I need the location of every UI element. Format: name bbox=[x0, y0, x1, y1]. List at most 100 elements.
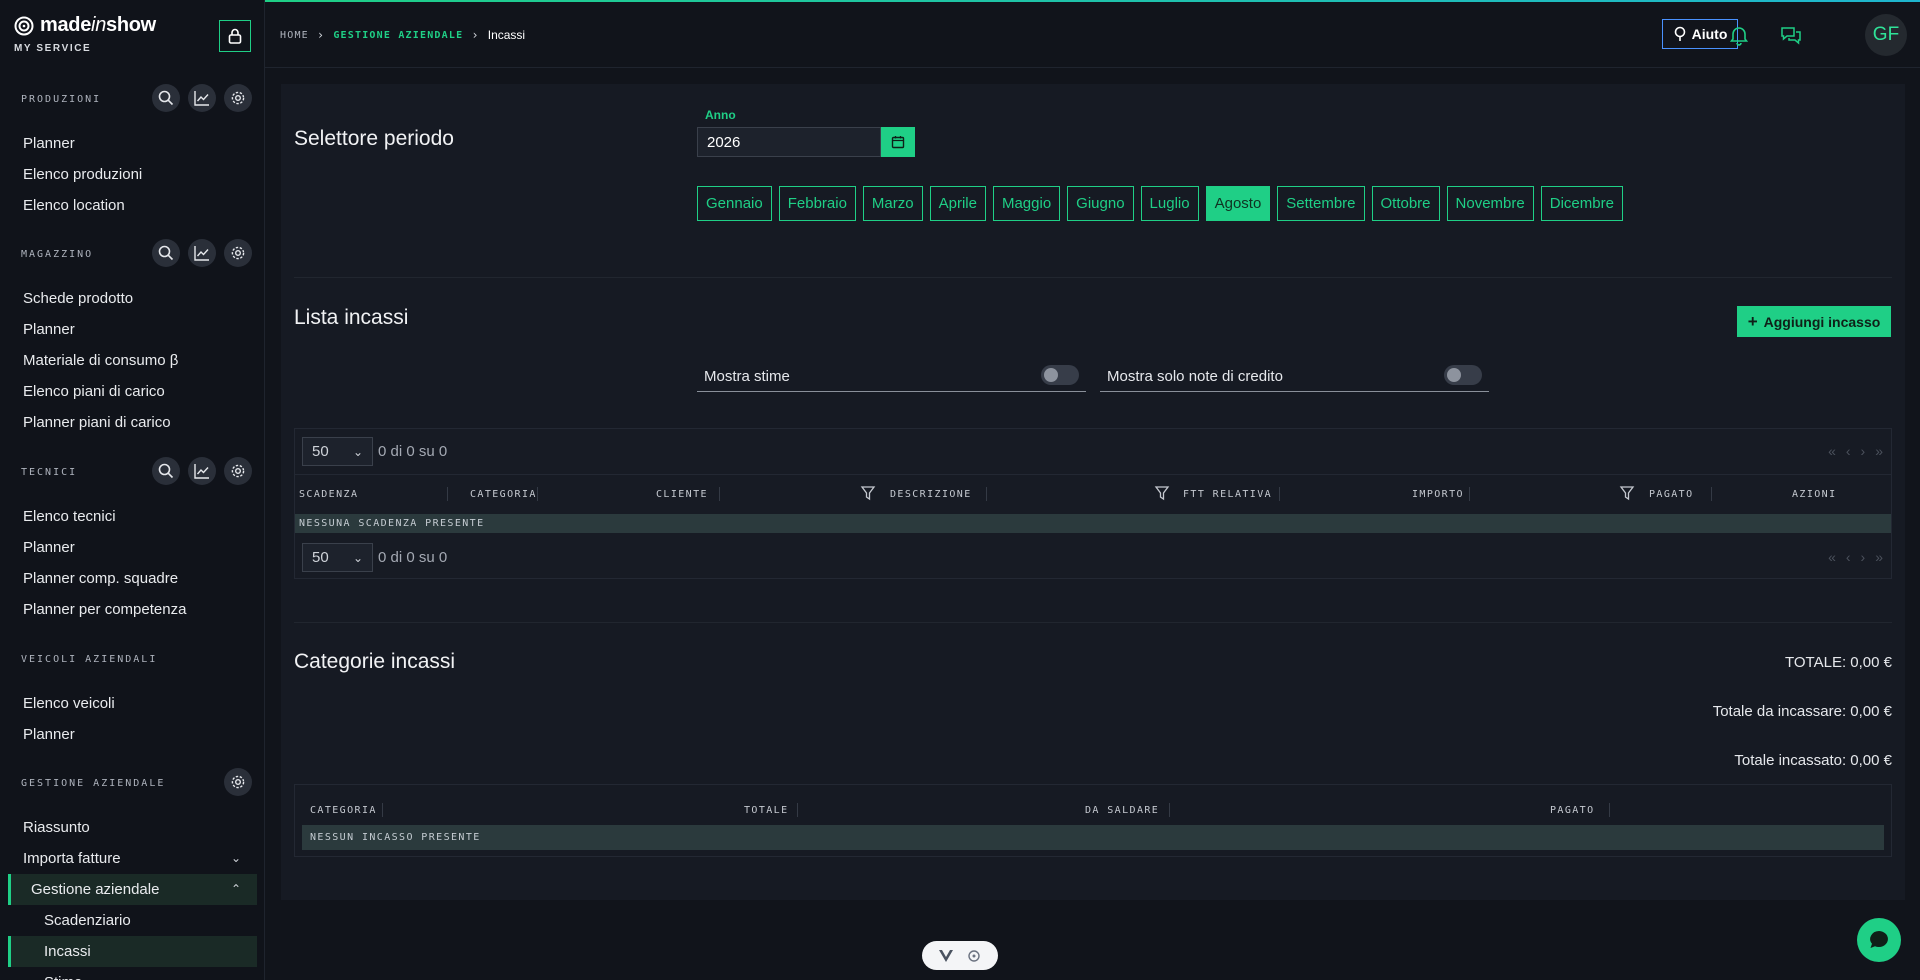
sidebar-subitem-scadenziario[interactable]: Scadenziario bbox=[0, 905, 264, 936]
help-button[interactable]: Aiuto bbox=[1662, 19, 1738, 49]
sidebar-item-schede-prodotto[interactable]: Schede prodotto bbox=[0, 283, 264, 314]
sidebar-item-gestione-aziendale[interactable]: Gestione aziendale ⌃ bbox=[8, 874, 257, 905]
chart-icon[interactable] bbox=[188, 239, 216, 267]
column-divider bbox=[1169, 803, 1170, 817]
search-icon[interactable] bbox=[152, 457, 180, 485]
breadcrumb-section[interactable]: GESTIONE AZIENDALE bbox=[333, 30, 463, 41]
chart-icon[interactable] bbox=[188, 84, 216, 112]
period-title: Selettore periodo bbox=[294, 127, 454, 150]
pager-nav-bottom: « ‹ › » bbox=[1828, 549, 1883, 565]
next-page-icon[interactable]: › bbox=[1861, 549, 1866, 565]
sidebar-section-title: MAGAZZINO bbox=[21, 249, 94, 260]
chevron-down-icon: ⌄ bbox=[352, 444, 363, 459]
column-header[interactable]: PAGATO bbox=[1649, 489, 1694, 500]
sidebar-item-elenco-piani-carico[interactable]: Elenco piani di carico bbox=[0, 376, 264, 407]
sidebar-item-planner[interactable]: Planner bbox=[0, 314, 264, 345]
toggle-note-switch[interactable] bbox=[1444, 365, 1482, 385]
add-incasso-button[interactable]: + Aggiungi incasso bbox=[1737, 306, 1891, 337]
toggle-stime-switch[interactable] bbox=[1041, 365, 1079, 385]
month-luglio[interactable]: Luglio bbox=[1140, 186, 1199, 221]
sidebar-item-elenco-location[interactable]: Elenco location bbox=[0, 190, 264, 221]
column-header[interactable]: CATEGORIA bbox=[310, 805, 377, 816]
month-aprile[interactable]: Aprile bbox=[929, 186, 986, 221]
calendar-button[interactable] bbox=[881, 127, 915, 157]
last-page-icon[interactable]: » bbox=[1875, 549, 1883, 565]
sidebar-subitem-incassi[interactable]: Incassi bbox=[8, 936, 257, 967]
avatar[interactable]: GF bbox=[1865, 14, 1907, 56]
gear-icon[interactable] bbox=[224, 239, 252, 267]
sidebar-item-planner-competenza[interactable]: Planner per competenza bbox=[0, 594, 264, 625]
sidebar-item-importa-fatture[interactable]: Importa fatture ⌄ bbox=[0, 843, 264, 874]
floating-toolbar[interactable] bbox=[922, 941, 998, 970]
month-maggio[interactable]: Maggio bbox=[992, 186, 1061, 221]
messages-icon[interactable] bbox=[1780, 24, 1802, 46]
column-header[interactable]: CATEGORIA bbox=[470, 489, 537, 500]
chevron-down-icon: ⌄ bbox=[230, 851, 241, 865]
year-label: Anno bbox=[705, 108, 736, 122]
totale-da-incassare-text: Totale da incassare: 0,00 € bbox=[1712, 703, 1892, 720]
sidebar-item-planner[interactable]: Planner bbox=[0, 719, 264, 750]
gear-icon[interactable] bbox=[224, 768, 252, 796]
column-header[interactable]: PAGATO bbox=[1550, 805, 1595, 816]
month-novembre[interactable]: Novembre bbox=[1446, 186, 1534, 221]
chevron-right-icon: › bbox=[471, 28, 480, 42]
chevron-right-icon: › bbox=[316, 28, 326, 42]
chat-button[interactable] bbox=[1857, 918, 1901, 962]
month-settembre[interactable]: Settembre bbox=[1277, 186, 1365, 221]
filter-icon[interactable] bbox=[860, 485, 876, 501]
chart-icon[interactable] bbox=[188, 457, 216, 485]
lock-button[interactable] bbox=[219, 20, 251, 52]
sidebar-item-riassunto[interactable]: Riassunto bbox=[0, 812, 264, 843]
column-header[interactable]: SCADENZA bbox=[299, 489, 358, 500]
first-page-icon[interactable]: « bbox=[1828, 443, 1836, 459]
last-page-icon[interactable]: » bbox=[1875, 443, 1883, 459]
sidebar-item-materiale-consumo[interactable]: Materiale di consumo β bbox=[0, 345, 264, 376]
month-gennaio[interactable]: Gennaio bbox=[697, 186, 772, 221]
sidebar-item-elenco-tecnici[interactable]: Elenco tecnici bbox=[0, 501, 264, 532]
month-febbraio[interactable]: Febbraio bbox=[778, 186, 856, 221]
month-agosto[interactable]: Agosto bbox=[1205, 186, 1271, 221]
sidebar-item-planner-piani-carico[interactable]: Planner piani di carico bbox=[0, 407, 264, 438]
month-giugno[interactable]: Giugno bbox=[1067, 186, 1134, 221]
column-header[interactable]: DESCRIZIONE bbox=[890, 489, 972, 500]
page-size-select[interactable]: 50 ⌄ bbox=[302, 543, 373, 572]
add-incasso-label: Aggiungi incasso bbox=[1763, 313, 1881, 330]
month-ottobre[interactable]: Ottobre bbox=[1371, 186, 1440, 221]
column-header[interactable]: IMPORTO bbox=[1412, 489, 1464, 500]
column-divider bbox=[719, 487, 720, 501]
first-page-icon[interactable]: « bbox=[1828, 549, 1836, 565]
totale-incassato-text: Totale incassato: 0,00 € bbox=[1734, 752, 1892, 769]
breadcrumb: HOME › GESTIONE AZIENDALE › Incassi bbox=[280, 28, 525, 42]
year-input[interactable] bbox=[697, 127, 881, 157]
sidebar-item-planner[interactable]: Planner bbox=[0, 128, 264, 159]
column-header[interactable]: FTT RELATIVA bbox=[1183, 489, 1272, 500]
breadcrumb-home[interactable]: HOME bbox=[280, 30, 309, 41]
sidebar-subitem-stime[interactable]: Stime bbox=[0, 967, 264, 980]
bell-icon[interactable] bbox=[1728, 24, 1750, 46]
prev-page-icon[interactable]: ‹ bbox=[1846, 443, 1851, 459]
sidebar-item-planner-comp-squadre[interactable]: Planner comp. squadre bbox=[0, 563, 264, 594]
brand[interactable]: madeinshow MY SERVICE bbox=[14, 14, 156, 54]
brand-subtitle: MY SERVICE bbox=[14, 43, 92, 54]
page-size-select[interactable]: 50 ⌄ bbox=[302, 437, 373, 466]
page-info: 0 di 0 su 0 bbox=[378, 443, 448, 460]
filter-icon[interactable] bbox=[1619, 485, 1635, 501]
next-page-icon[interactable]: › bbox=[1861, 443, 1866, 459]
column-header[interactable]: DA SALDARE bbox=[1085, 805, 1159, 816]
column-divider bbox=[382, 803, 383, 817]
search-icon[interactable] bbox=[152, 239, 180, 267]
sidebar-item-elenco-veicoli[interactable]: Elenco veicoli bbox=[0, 688, 264, 719]
month-marzo[interactable]: Marzo bbox=[862, 186, 923, 221]
filter-icon[interactable] bbox=[1154, 485, 1170, 501]
search-icon[interactable] bbox=[152, 84, 180, 112]
gear-icon[interactable] bbox=[224, 457, 252, 485]
column-header[interactable]: TOTALE bbox=[744, 805, 789, 816]
month-dicembre[interactable]: Dicembre bbox=[1540, 186, 1623, 221]
sidebar-section-tecnici: TECNICI Elenco tecnici Planner Planner c… bbox=[0, 455, 264, 625]
sidebar-item-planner[interactable]: Planner bbox=[0, 532, 264, 563]
gear-icon[interactable] bbox=[224, 84, 252, 112]
sidebar-item-elenco-produzioni[interactable]: Elenco produzioni bbox=[0, 159, 264, 190]
prev-page-icon[interactable]: ‹ bbox=[1846, 549, 1851, 565]
column-header[interactable]: AZIONI bbox=[1792, 489, 1837, 500]
column-header[interactable]: CLIENTE bbox=[656, 489, 708, 500]
